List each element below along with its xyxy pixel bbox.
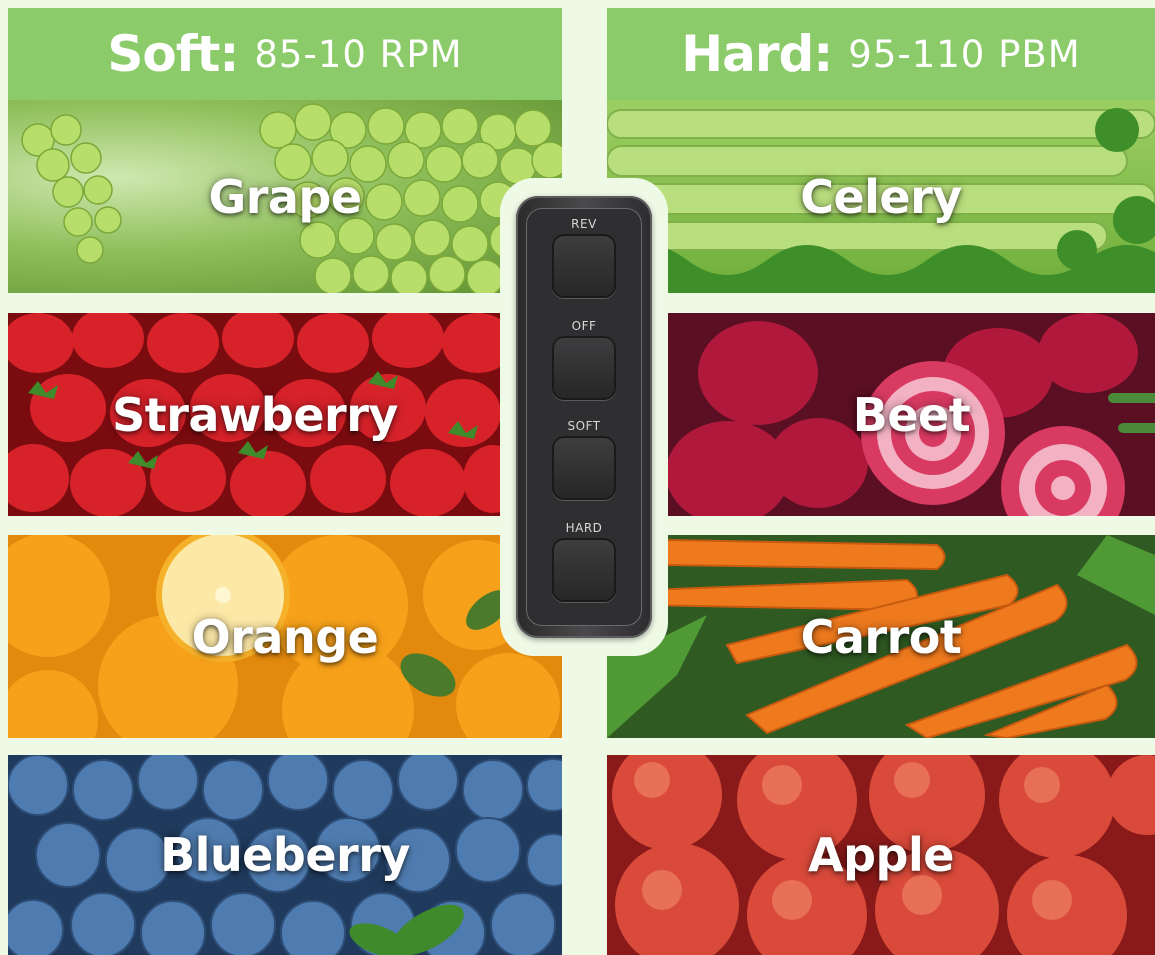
blueberry-label: Blueberry	[160, 828, 410, 882]
orange-tile: Orange	[8, 535, 562, 738]
soft-header-value: 85-10 RPM	[254, 32, 463, 76]
off-button-group: OFF	[526, 318, 642, 400]
carrot-label: Carrot	[800, 609, 962, 664]
soft-button[interactable]	[552, 436, 616, 500]
soft-header-label: Soft:	[107, 25, 239, 83]
soft-button-label: SOFT	[567, 419, 601, 433]
apple-tile: Apple	[607, 755, 1155, 955]
grape-label: Grape	[208, 169, 362, 224]
grape-tile: Grape	[8, 100, 562, 293]
rev-button-group: REV	[526, 216, 642, 298]
strawberry-label: Strawberry	[112, 387, 398, 442]
rev-button[interactable]	[552, 234, 616, 298]
rev-button-label: REV	[571, 217, 597, 231]
hard-button-group: HARD	[526, 520, 642, 602]
celery-label: Celery	[800, 169, 962, 224]
beet-tile: Beet	[668, 313, 1155, 516]
hard-button-label: HARD	[565, 521, 603, 535]
hard-header: Hard: 95-110 PBM	[607, 8, 1155, 100]
off-button[interactable]	[552, 336, 616, 400]
celery-tile: Celery	[607, 100, 1155, 293]
soft-header: Soft: 85-10 RPM	[8, 8, 562, 100]
soft-button-group: SOFT	[526, 418, 642, 500]
off-button-label: OFF	[571, 319, 597, 333]
hard-header-label: Hard:	[681, 25, 833, 83]
page: Soft: 85-10 RPM Hard: 95-110 PBM Grape S…	[0, 0, 1155, 955]
strawberry-tile: Strawberry	[8, 313, 502, 516]
orange-label: Orange	[191, 609, 379, 664]
hard-header-value: 95-110 PBM	[848, 32, 1081, 76]
control-panel-inner: REV OFF SOFT HARD	[526, 208, 642, 626]
carrot-tile: Carrot	[607, 535, 1155, 738]
control-panel: REV OFF SOFT HARD	[516, 196, 652, 638]
hard-button[interactable]	[552, 538, 616, 602]
beet-label: Beet	[852, 387, 971, 442]
blueberry-tile: Blueberry	[8, 755, 562, 955]
apple-label: Apple	[808, 828, 954, 882]
